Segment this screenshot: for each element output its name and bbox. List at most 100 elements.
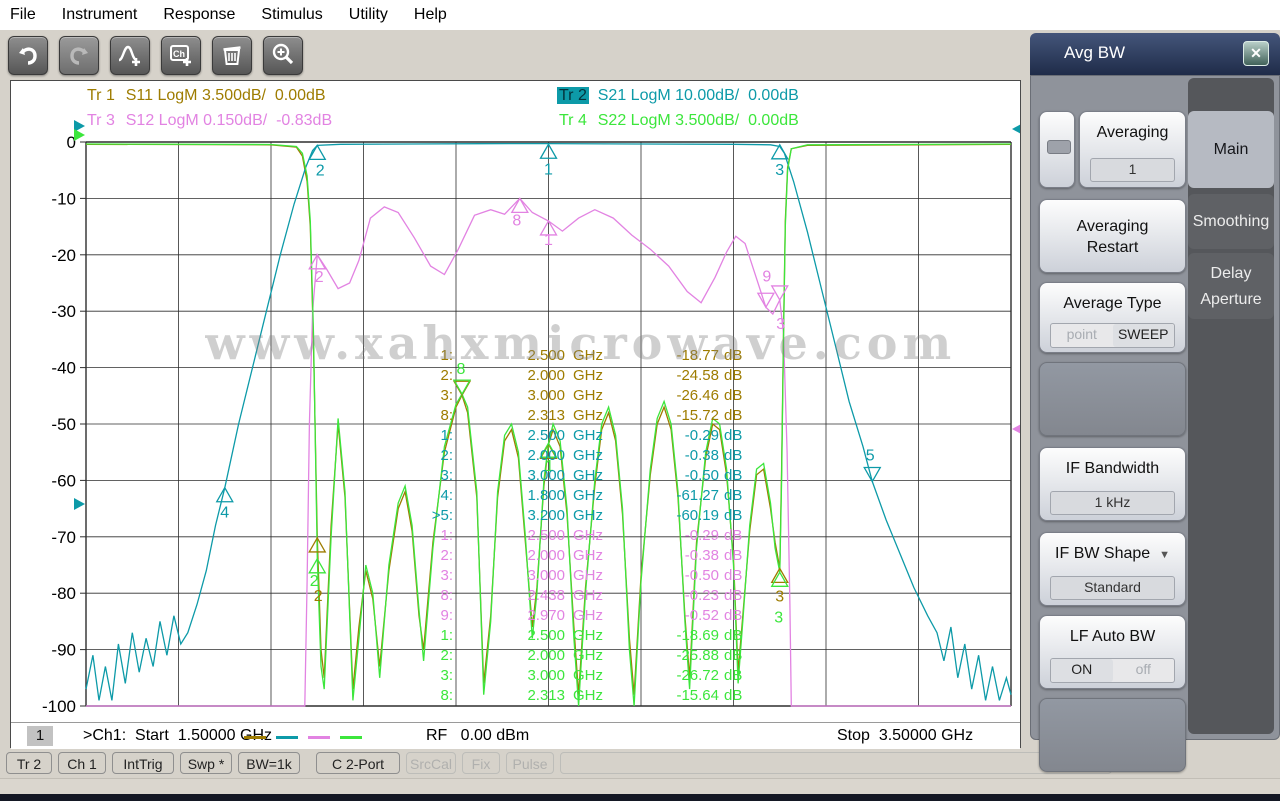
add-channel-icon: Ch (170, 45, 191, 66)
status-button-swp-[interactable]: Swp * (180, 752, 232, 774)
tab-smoothing[interactable]: Smoothing (1188, 194, 1274, 249)
marker-readout-row: 1: 2.500 GHz -18.77 dB (440, 347, 743, 364)
rf-power-label[interactable]: RF 0.00 dBm (426, 727, 529, 745)
zoom-button[interactable] (263, 35, 303, 75)
average-type-sweep-option[interactable]: SWEEP (1112, 324, 1174, 347)
channel-status-strip: 1 >Ch1: Start 1.50000 GHz RF 0.00 dBm St… (11, 722, 1020, 749)
marker-number-label: 3 (775, 162, 784, 179)
undo-icon (19, 47, 37, 65)
panel-body: Averaging 1 Averaging Restart Average Ty… (1030, 75, 1280, 772)
trace-color-dash (308, 736, 330, 739)
marker-readout-row: 3: 3.000 GHz -26.46 dB (440, 387, 743, 404)
add-trace-button[interactable] (110, 35, 150, 75)
status-button-inttrig[interactable]: IntTrig (112, 752, 174, 774)
marker-readout-row: 3: 3.000 GHz -0.50 dB (440, 567, 743, 584)
marker-readout-row: 1: 2.500 GHz -0.29 dB (440, 527, 743, 544)
averaging-restart-label: Averaging Restart (1076, 218, 1149, 256)
close-icon[interactable]: ✕ (1243, 41, 1269, 66)
if-bw-shape-value[interactable]: Standard (1050, 576, 1175, 600)
marker-readout-row: 3: 3.000 GHz -0.50 dB (440, 467, 743, 484)
marker-readout-row: 2: 2.000 GHz -25.88 dB (440, 647, 743, 664)
marker-number-label: 3 (775, 588, 784, 605)
if-bandwidth-button[interactable]: IF Bandwidth 1 kHz (1039, 447, 1186, 521)
lf-auto-bw-segmented[interactable]: ON off (1050, 658, 1175, 683)
redo-button[interactable] (59, 35, 99, 75)
marker-number-label: 8 (512, 212, 521, 229)
status-button-pulse[interactable]: Pulse (506, 752, 554, 774)
marker-readout-row: 1: 2.500 GHz -18.69 dB (440, 627, 743, 644)
status-button-fix[interactable]: Fix (462, 752, 500, 774)
marker-readout-row: 2: 2.000 GHz -24.58 dB (440, 367, 743, 384)
status-button-srccal[interactable]: SrcCal (406, 752, 456, 774)
y-axis-tick: -30 (51, 302, 76, 321)
status-button-bw-1k[interactable]: BW=1k (238, 752, 300, 774)
channel-stop-label[interactable]: Stop 3.50000 GHz (837, 727, 973, 745)
if-bandwidth-label: IF Bandwidth (1065, 460, 1160, 477)
average-type-segmented[interactable]: point SWEEP (1050, 323, 1175, 348)
menu-item-help[interactable]: Help (414, 6, 447, 24)
averaging-restart-button[interactable]: Averaging Restart (1039, 199, 1186, 273)
add-channel-button[interactable]: Ch (161, 35, 201, 75)
panel-title-text: Avg BW (1064, 43, 1126, 62)
y-axis-tick: -70 (51, 528, 76, 547)
average-type-label: Average Type (1063, 295, 1162, 312)
status-button-ch-1[interactable]: Ch 1 (58, 752, 106, 774)
redo-icon (70, 47, 88, 65)
tab-main[interactable]: Main (1188, 111, 1274, 188)
y-axis-tick: -60 (51, 471, 76, 490)
marker-readout-row: 2: 2.000 GHz -0.38 dB (440, 447, 743, 464)
marker-number-label: 4 (220, 505, 229, 522)
chevron-down-icon: ▼ (1159, 549, 1170, 561)
reference-level-arrow (74, 129, 85, 141)
marker-readout-row: 1: 2.500 GHz -0.29 dB (440, 427, 743, 444)
menu-item-stimulus[interactable]: Stimulus (261, 6, 322, 24)
if-bw-shape-button[interactable]: IF BW Shape ▼ Standard (1039, 532, 1186, 606)
average-type-point-option[interactable]: point (1051, 324, 1113, 347)
status-button-tr-2[interactable]: Tr 2 (6, 752, 52, 774)
trace-color-dash (244, 736, 266, 739)
zoom-icon (272, 43, 294, 65)
menu-item-file[interactable]: File (10, 6, 36, 24)
y-axis-tick: -50 (51, 415, 76, 434)
menu-item-instrument[interactable]: Instrument (62, 6, 138, 24)
lf-auto-bw-off-option[interactable]: off (1113, 659, 1175, 682)
marker-number-label: 9 (762, 268, 771, 285)
tab-delay-aperture[interactable]: Delay Aperture (1188, 253, 1274, 319)
menu-bar: File Instrument Response Stimulus Utility Hel… (0, 0, 1280, 30)
menu-item-response[interactable]: Response (163, 6, 235, 24)
y-axis-tick: -20 (51, 246, 76, 265)
menu-item-utility[interactable]: Utility (349, 6, 388, 24)
trash-icon (223, 46, 241, 65)
y-axis-tick: -100 (42, 697, 76, 716)
channel-number-badge[interactable]: 1 (27, 726, 53, 746)
panel-title-bar[interactable]: Avg BW ✕ (1030, 33, 1280, 75)
marker-number-label: 1 (544, 161, 553, 178)
toggle-led-indicator (1047, 140, 1071, 154)
marker-readout-row: 2: 2.000 GHz -0.38 dB (440, 547, 743, 564)
marker-readout-row: 3: 3.000 GHz -26.72 dB (440, 667, 743, 684)
average-type-button[interactable]: Average Type point SWEEP (1039, 282, 1186, 353)
add-trace-icon (118, 45, 140, 66)
marker-readout-row: >5: 3.200 GHz -60.19 dB (431, 507, 743, 524)
status-button-empty[interactable] (560, 752, 1112, 774)
averaging-toggle-button[interactable] (1039, 111, 1075, 188)
undo-button[interactable] (8, 35, 48, 75)
averaging-value[interactable]: 1 (1090, 158, 1175, 182)
status-button-c-2-port[interactable]: C 2-Port (316, 752, 400, 774)
marker-number-label: 2 (315, 269, 324, 286)
lf-auto-bw-on-option[interactable]: ON (1051, 659, 1113, 682)
marker-number-label: 2 (316, 162, 325, 179)
marker-readout-row: 9: 2.970 GHz -0.52 dB (440, 607, 743, 624)
if-bandwidth-value[interactable]: 1 kHz (1050, 491, 1175, 515)
if-bw-shape-label: IF BW Shape ▼ (1055, 545, 1170, 562)
marker-number-label: 3 (774, 609, 783, 626)
lf-auto-bw-button[interactable]: LF Auto BW ON off (1039, 615, 1186, 689)
reference-level-arrow (1012, 124, 1020, 134)
avg-bw-panel: Avg BW ✕ Averaging 1 Averaging Restart A… (1030, 33, 1280, 772)
marker-readout-row: 8: 2.313 GHz -15.64 dB (440, 687, 743, 704)
svg-text:Ch: Ch (173, 49, 185, 59)
marker-number-label: 2 (314, 588, 323, 605)
marker-number-label: 2 (310, 573, 319, 590)
delete-button[interactable] (212, 35, 252, 75)
averaging-button[interactable]: Averaging 1 (1079, 111, 1186, 188)
